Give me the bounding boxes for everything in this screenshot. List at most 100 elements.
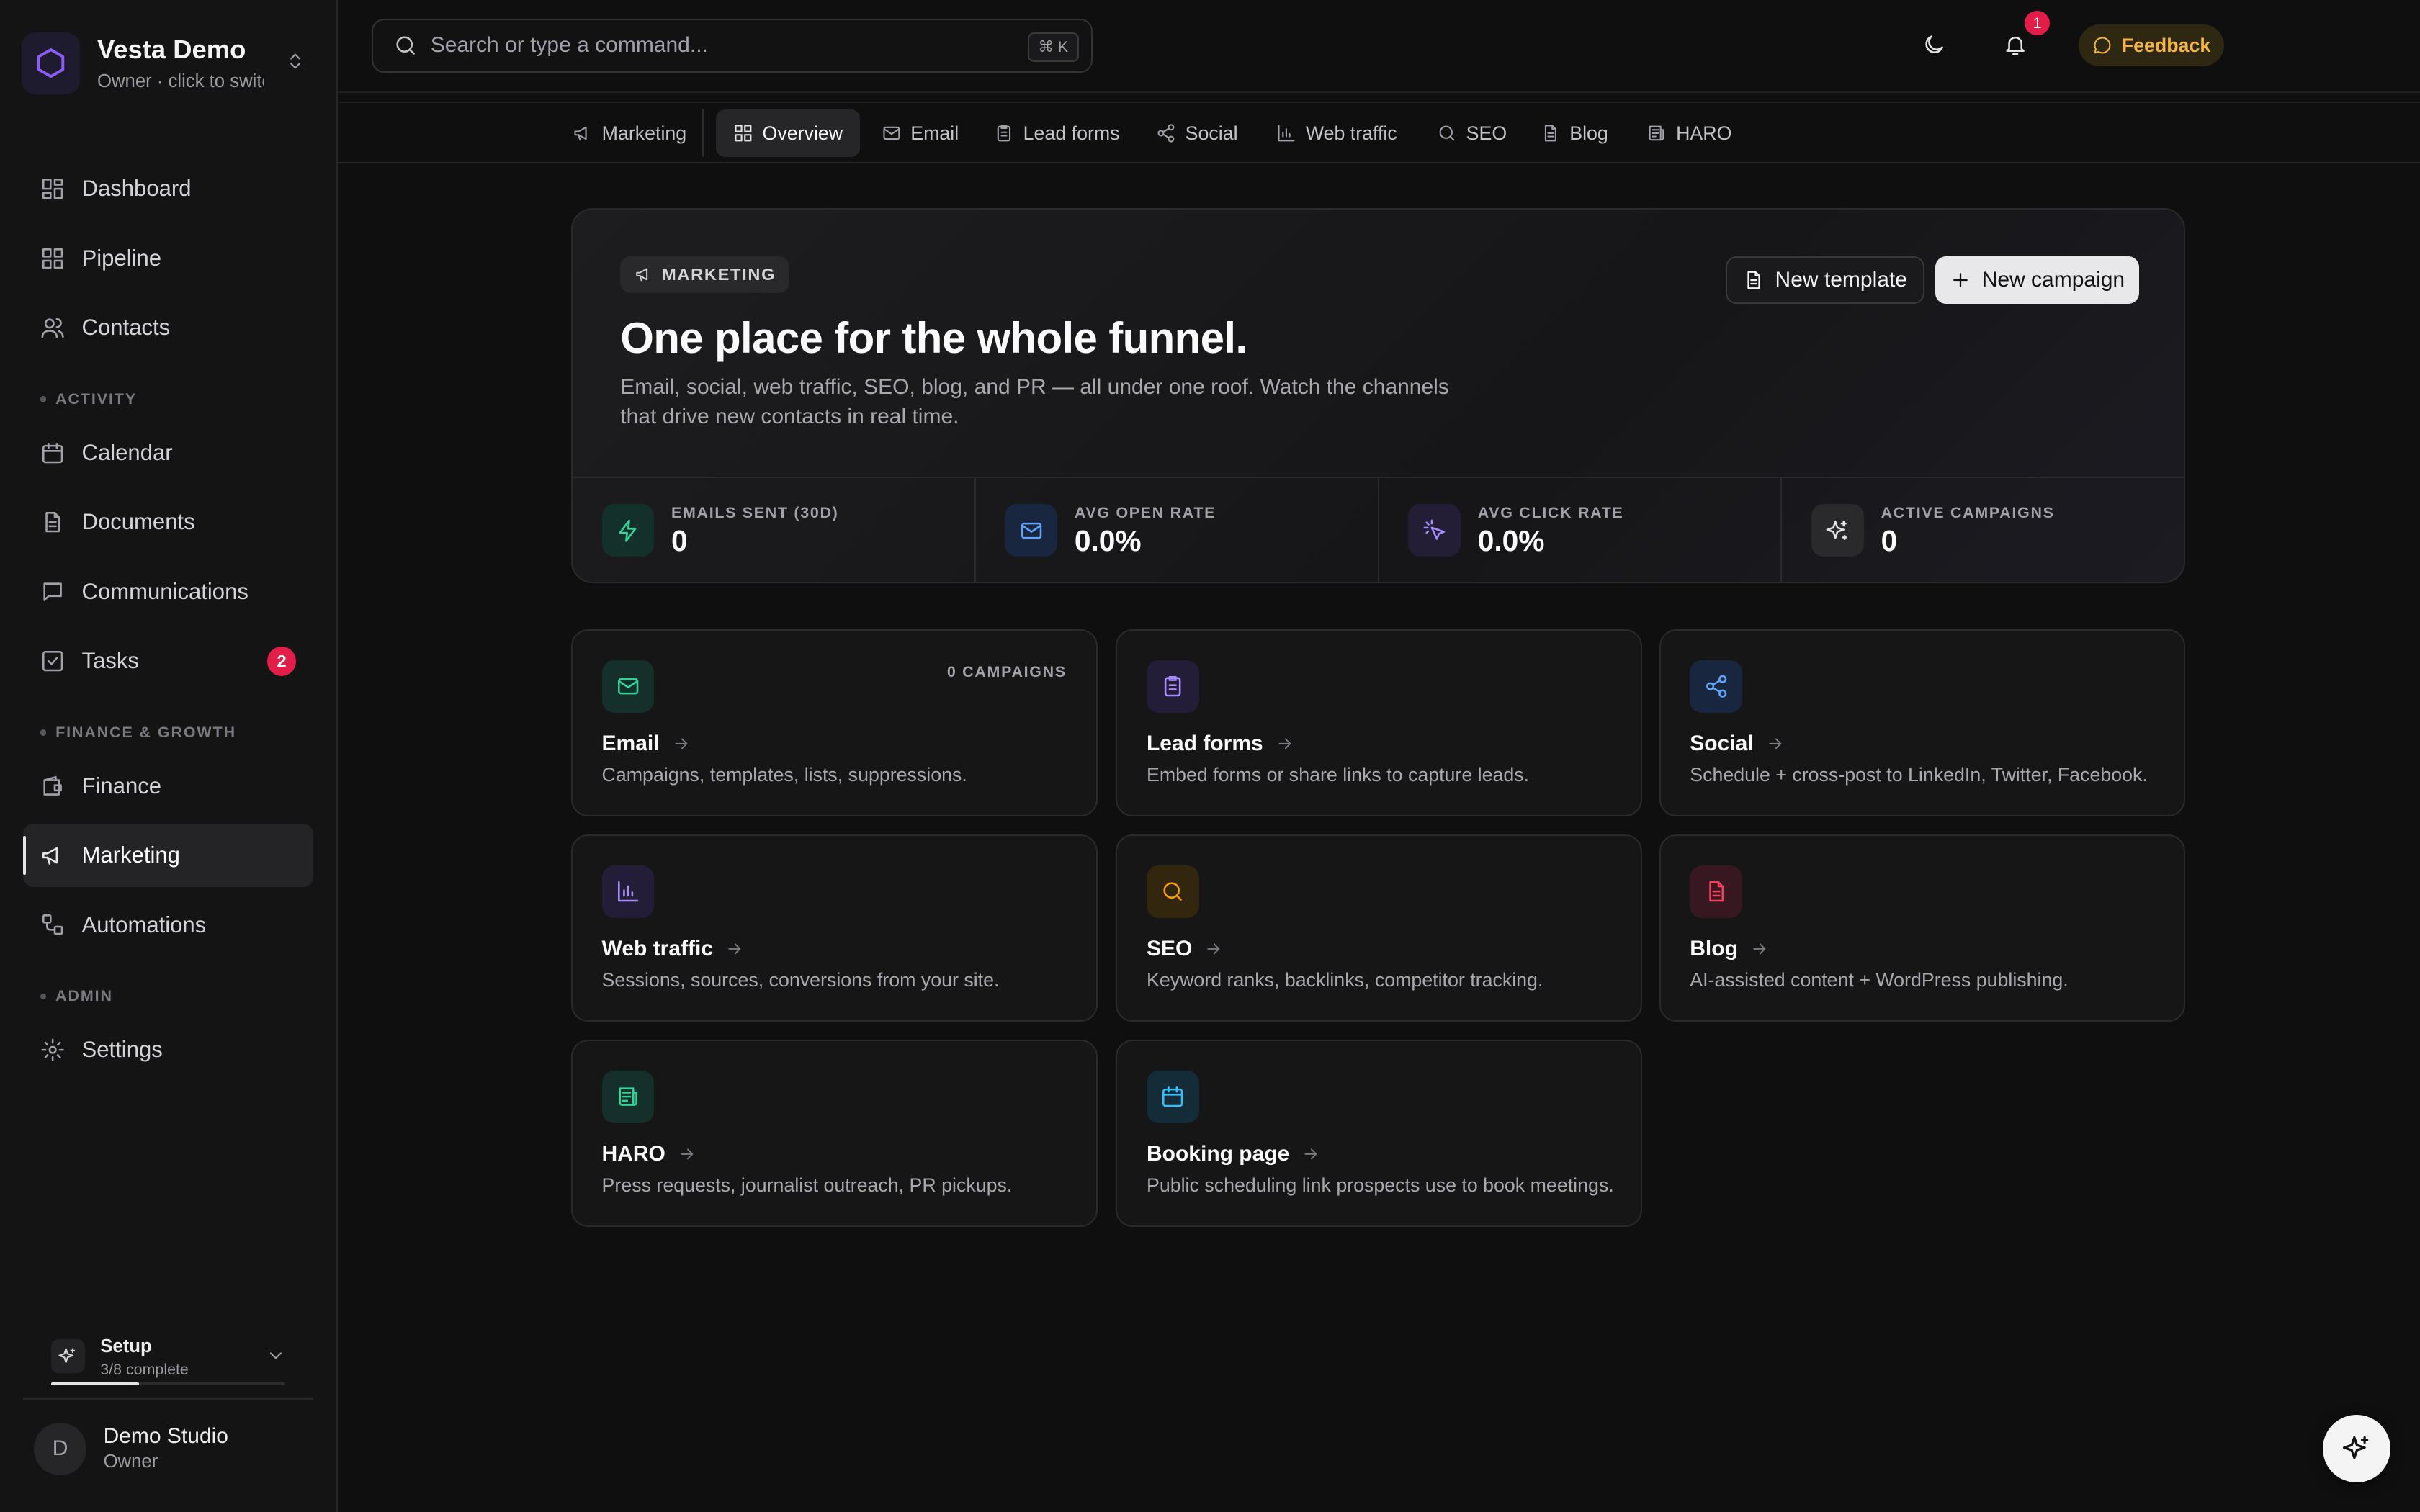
- sidebar-item-pipeline[interactable]: Pipeline: [23, 227, 313, 290]
- calendar-icon: [42, 442, 63, 464]
- tab-social[interactable]: Social: [1139, 109, 1255, 157]
- card-title-text: Blog: [1690, 936, 1738, 960]
- sidebar-item-label: Dashboard: [81, 176, 192, 202]
- new-template-button[interactable]: New template: [1725, 256, 1924, 304]
- sidebar-item-label: Marketing: [81, 842, 180, 868]
- search-icon: [396, 36, 416, 55]
- tasks-count-badge: 2: [266, 646, 297, 676]
- sidebar-item-automations[interactable]: Automations: [23, 894, 313, 957]
- clipboard-icon: [997, 125, 1011, 142]
- stat-value: 0: [1881, 524, 1898, 558]
- marketing-hero: MARKETING One place for the whole funnel…: [570, 208, 2186, 583]
- search-icon: [1439, 125, 1455, 141]
- document-icon: [45, 512, 60, 533]
- channel-card-booking-page[interactable]: Booking page Public scheduling link pros…: [1116, 1040, 1642, 1227]
- card-title: SEO: [1147, 937, 1223, 961]
- stat-label: ACTIVE CAMPAIGNS: [1881, 504, 2055, 522]
- section-finance-growth: FINANCE & GROWTH: [40, 724, 236, 742]
- tab-web-traffic[interactable]: Web traffic: [1260, 109, 1415, 157]
- sidebar-item-settings[interactable]: Settings: [23, 1018, 313, 1081]
- sidebar-item-dashboard[interactable]: Dashboard: [23, 158, 313, 221]
- chevron-down-icon: [266, 1346, 286, 1366]
- tab-lead-forms[interactable]: Lead forms: [977, 109, 1137, 157]
- channel-card-lead-forms[interactable]: Lead forms Embed forms or share links to…: [1116, 629, 1642, 816]
- tab-email[interactable]: Email: [864, 109, 976, 157]
- sidebar-item-contacts[interactable]: Contacts: [23, 296, 313, 359]
- channel-card-web-traffic[interactable]: Web traffic Sessions, sources, conversio…: [570, 834, 1098, 1022]
- card-title: Social: [1690, 732, 1784, 756]
- megaphone-icon: [574, 127, 587, 141]
- section-activity: ACTIVITY: [40, 390, 137, 408]
- card-title-text: HARO: [601, 1141, 666, 1166]
- ai-assistant-button[interactable]: [2323, 1414, 2391, 1483]
- workspace-switcher[interactable]: Vesta Demo Owner · click to switch: [22, 30, 315, 97]
- sidebar-item-communications[interactable]: Communications: [23, 560, 313, 624]
- stat-value: 0: [671, 524, 688, 558]
- channel-card-seo[interactable]: SEO Keyword ranks, backlinks, competitor…: [1116, 834, 1642, 1022]
- stat-label: AVG OPEN RATE: [1074, 504, 1216, 522]
- calendar-icon: [1146, 1070, 1199, 1123]
- card-description: Public scheduling link prospects use to …: [1146, 1174, 1614, 1196]
- divider: [702, 109, 704, 158]
- newspaper-icon: [1649, 125, 1664, 141]
- user-menu[interactable]: D Demo Studio Owner: [34, 1421, 312, 1477]
- message-circle-icon: [2094, 37, 2111, 54]
- workspace-name: Vesta Demo: [97, 35, 246, 65]
- sidebar-item-label: Finance: [81, 773, 162, 798]
- tab-haro[interactable]: HARO: [1630, 109, 1749, 157]
- sidebar-item-calendar[interactable]: Calendar: [23, 421, 313, 485]
- document-icon: [1690, 865, 1743, 918]
- feedback-button[interactable]: Feedback: [2079, 24, 2224, 67]
- pipeline-icon: [42, 248, 63, 269]
- channel-card-social[interactable]: Social Schedule + cross-post to LinkedIn…: [1659, 629, 2186, 816]
- arrow-right-icon: [1301, 1145, 1320, 1164]
- tab-blog[interactable]: Blog: [1523, 109, 1625, 157]
- channel-card-email[interactable]: 0 CAMPAIGNS Email Campaigns, templates, …: [570, 629, 1098, 816]
- user-name: Demo Studio: [103, 1423, 228, 1448]
- channel-card-haro[interactable]: HARO Press requests, journalist outreach…: [570, 1040, 1098, 1227]
- arrow-right-icon: [1276, 734, 1294, 753]
- stat-avg-click-rate: AVG CLICK RATE 0.0%: [1379, 477, 1783, 582]
- page-description: Email, social, web traffic, SEO, blog, a…: [620, 375, 1449, 429]
- tab-marketing[interactable]: Marketing: [555, 109, 703, 157]
- share-icon: [1690, 660, 1743, 713]
- stat-value: 0.0%: [1477, 524, 1545, 558]
- page-title: One place for the whole funnel.: [620, 313, 1247, 362]
- setup-progress-text: 3/8 complete: [100, 1360, 189, 1378]
- grid-icon: [735, 125, 752, 142]
- tab-label: Marketing: [601, 122, 687, 144]
- tab-label: Overview: [762, 122, 843, 144]
- tab-overview[interactable]: Overview: [716, 109, 860, 158]
- arrow-right-icon: [672, 734, 691, 753]
- setup-checklist[interactable]: Setup 3/8 complete: [50, 1331, 295, 1387]
- card-title-text: Social: [1690, 731, 1754, 755]
- tab-label: SEO: [1466, 122, 1507, 144]
- stats-row: EMAILS SENT (30D) 0 AVG OPEN RATE 0.0% A…: [572, 476, 2184, 582]
- channel-card-blog[interactable]: Blog AI-assisted content + WordPress pub…: [1659, 834, 2186, 1022]
- sparkles-icon: [1811, 504, 1864, 557]
- sidebar-item-finance[interactable]: Finance: [23, 755, 313, 818]
- bar-chart-icon: [601, 865, 655, 918]
- chip-label: MARKETING: [662, 264, 776, 284]
- stat-value: 0.0%: [1074, 524, 1142, 558]
- setup-title: Setup: [100, 1336, 152, 1356]
- card-title: Blog: [1690, 937, 1769, 961]
- pointer-click-icon: [1408, 504, 1461, 557]
- tab-label: Web traffic: [1305, 122, 1397, 144]
- command-search-input[interactable]: Search or type a command... ⌘ K: [372, 18, 1093, 73]
- sidebar-item-tasks[interactable]: Tasks 2: [23, 629, 313, 693]
- feedback-label: Feedback: [2121, 34, 2211, 56]
- stat-active-campaigns: ACTIVE CAMPAIGNS 0: [1782, 478, 2184, 582]
- card-title-text: Web traffic: [601, 936, 714, 960]
- sidebar-item-marketing[interactable]: Marketing: [23, 824, 313, 888]
- avatar: D: [34, 1422, 86, 1475]
- sidebar-item-documents[interactable]: Documents: [23, 490, 313, 554]
- newspaper-icon: [601, 1070, 655, 1123]
- card-description: AI-assisted content + WordPress publishi…: [1690, 968, 2069, 991]
- stat-label: EMAILS SENT (30D): [671, 504, 839, 522]
- tab-seo[interactable]: SEO: [1420, 109, 1523, 157]
- sparkles-icon: [50, 1338, 85, 1374]
- new-campaign-button[interactable]: New campaign: [1935, 256, 2139, 304]
- moon-icon[interactable]: [1922, 32, 1946, 57]
- bell-icon[interactable]: [2003, 32, 2027, 57]
